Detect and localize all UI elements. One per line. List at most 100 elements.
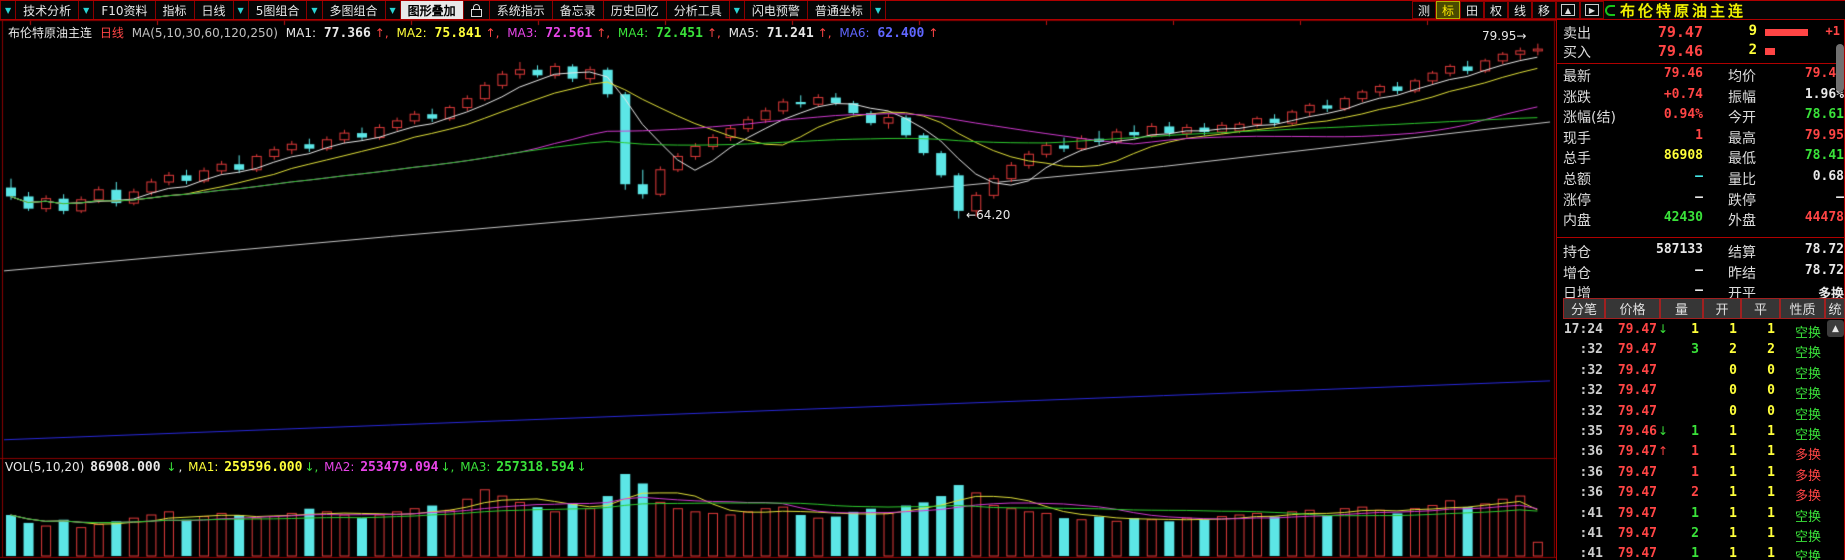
quote-value: 86908 [1615,148,1703,163]
tool-button-线[interactable]: 线 [1508,1,1532,19]
sell-depth-bar [1765,29,1808,36]
quote-label: 跌停 [1728,190,1756,210]
tick-price: 79.47 [1605,506,1657,521]
buy-depth-row[interactable]: 买入 79.46 2 [1557,42,1844,62]
quote-row: 涨跌+0.74振幅1.96% [1557,87,1844,107]
toolbar-item-指标[interactable]: 指标 [156,1,195,19]
tick-time: :36 [1557,444,1603,459]
lock-icon[interactable] [464,1,490,19]
quote-label: 最高 [1728,128,1756,148]
toolbar-item-闪电预警[interactable]: 闪电预警 [745,1,808,19]
toolbar-item-日线[interactable]: 日线 [195,1,234,19]
divider [1557,63,1844,64]
tick-price: 79.47 [1605,485,1657,500]
dropdown-arrow-icon[interactable]: ▼ [0,1,16,19]
tool-button-移[interactable]: 移 [1532,1,1556,19]
tick-time: :41 [1557,506,1603,521]
sell-depth-row[interactable]: 卖出 79.47 9 +1 [1557,23,1844,43]
tick-row[interactable]: :3279.4700空换 [1557,383,1844,403]
toolbar-item-系统指示[interactable]: 系统指示 [490,1,553,19]
toolbar-left-items: ▼技术分析▼F10资料指标日线▼5图组合▼多图组合▼图形叠加系统指示备忘录历史回… [0,1,886,19]
toolbar-item-普通坐标[interactable]: 普通坐标 [808,1,871,19]
tool-button-田[interactable]: 田 [1460,1,1484,19]
quote-label: 振幅 [1728,87,1756,107]
arrow-up-icon: ↑, [486,26,500,40]
vol-current-value: 86908.000 [90,460,160,475]
dropdown-arrow-icon[interactable]: ▼ [307,1,322,19]
toolbar-item-5图组合[interactable]: 5图组合 [249,1,308,19]
tick-price: 79.47 [1605,444,1657,459]
instrument-title: 布伦特原油主连 [1620,1,1746,19]
tick-volume: 3 [1663,342,1699,357]
tick-col-header[interactable]: 性质 [1780,298,1825,319]
window-button-icon[interactable]: ▲ [1556,1,1580,19]
ma-label: MA5: [725,26,763,40]
toolbar-item-技术分析[interactable]: 技术分析 [16,1,79,19]
tick-nature: 空换 [1781,322,1821,341]
quote-label: 外盘 [1728,210,1756,230]
tick-col-header[interactable]: 价格 [1605,298,1660,319]
tick-col-header[interactable]: 统 [1825,298,1845,319]
tick-col-header[interactable]: 开 [1703,298,1741,319]
tick-price: 79.47 [1605,322,1657,337]
ma-config-label: MA(5,10,30,60,120,250) [132,26,278,40]
panel-scrollbar-thumb[interactable] [1836,44,1844,92]
toolbar-item-图形叠加[interactable]: 图形叠加 [401,1,464,19]
tick-price: 79.46 [1605,424,1657,439]
window-button-icon[interactable]: ▶ [1580,1,1604,19]
tick-open: 2 [1701,342,1737,357]
quote-row: 涨幅(结)0.94%今开78.61 [1557,107,1844,127]
tick-row[interactable]: :3579.46↓111空换 [1557,424,1844,444]
tick-col-header[interactable]: 分笔 [1563,298,1605,319]
tick-row[interactable]: :4179.47211空换 [1557,526,1844,546]
tick-row[interactable]: :3279.47322空换 [1557,342,1844,362]
ma-value: 72.561 [545,26,592,41]
arrow-down-icon: ↓, [441,460,455,474]
tick-col-header[interactable]: 平 [1741,298,1780,319]
quote-value: 1 [1615,128,1703,143]
toolbar-item-备忘录[interactable]: 备忘录 [553,1,604,19]
dropdown-arrow-icon[interactable]: ▼ [386,1,401,19]
tick-time: :36 [1557,485,1603,500]
tool-button-标[interactable]: 标 [1436,1,1460,19]
tool-button-权[interactable]: 权 [1484,1,1508,19]
toolbar-item-多图组合[interactable]: 多图组合 [323,1,386,19]
instrument-icon [1605,5,1615,16]
volume-header: VOL(5,10,20) 86908.000 ↓, MA1: 259596.00… [5,460,591,475]
toolbar-item-F10资料[interactable]: F10资料 [94,1,155,19]
dropdown-arrow-icon[interactable]: ▼ [730,1,745,19]
tick-row[interactable]: :4179.47111空换 [1557,546,1844,560]
tick-time: :36 [1557,465,1603,480]
quote-row: 内盘42430外盘44478 [1557,210,1844,230]
vol-ma-value: 259596.000 [224,460,302,475]
tick-open: 1 [1701,506,1737,521]
arrow-up-icon: ↑ [928,26,938,40]
tick-row[interactable]: 17:2479.47↓111空换 [1557,322,1844,342]
candlestick-chart[interactable] [0,20,1556,560]
tool-button-测[interactable]: 测 [1412,1,1436,19]
tick-row[interactable]: :3679.47111多换 [1557,465,1844,485]
quote-label: 涨跌 [1563,87,1591,107]
tick-col-header[interactable]: 量 [1660,298,1703,319]
tick-row[interactable]: :3279.4700空换 [1557,363,1844,383]
quote-panel: 卖出 79.47 9 +1 买入 79.46 2 最新79.46均价79.48涨… [1556,20,1845,560]
tick-open: 1 [1701,424,1737,439]
sell-price: 79.47 [1617,23,1703,41]
dropdown-arrow-icon[interactable]: ▼ [871,1,886,19]
tick-row[interactable]: :4179.47111空换 [1557,506,1844,526]
arrow-right-icon: → [1516,29,1526,43]
toolbar-item-历史回忆[interactable]: 历史回忆 [604,1,667,19]
tick-row[interactable]: :3679.47↑111多换 [1557,444,1844,464]
quote-value: – [1615,283,1703,298]
dropdown-arrow-icon[interactable]: ▼ [79,1,94,19]
chart-period-label[interactable]: 日线 [100,26,124,40]
vol-config-label: VOL(5,10,20) [5,460,84,474]
dropdown-arrow-icon[interactable]: ▼ [234,1,249,19]
vol-down-arrow-icon: ↓ [166,460,176,474]
tick-open: 1 [1701,526,1737,541]
toolbar-item-分析工具[interactable]: 分析工具 [667,1,730,19]
tick-row[interactable]: :3279.4700空换 [1557,404,1844,424]
quote-value: 0.94% [1615,107,1703,122]
tick-list-scroll-up-icon[interactable]: ▲ [1827,320,1844,337]
tick-row[interactable]: :3679.47211多换 [1557,485,1844,505]
